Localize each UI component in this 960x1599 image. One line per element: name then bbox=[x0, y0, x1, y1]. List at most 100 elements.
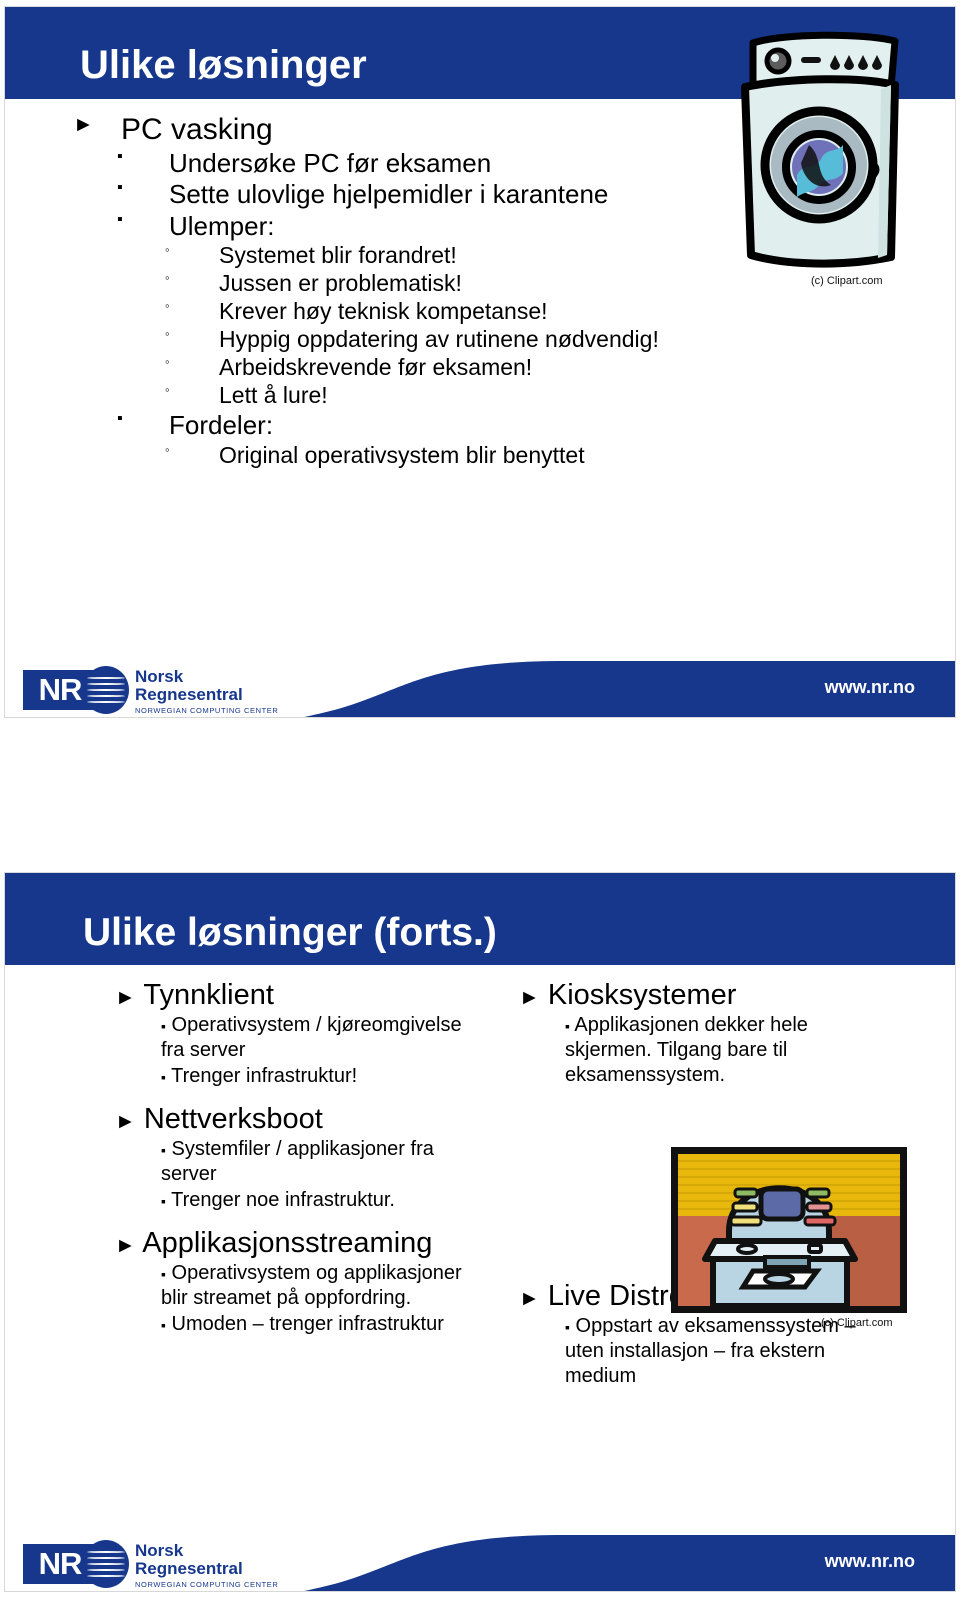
nr-logo-wordmark: Norsk Regnesentral bbox=[135, 668, 243, 704]
bullet-square-icon: ▪ bbox=[161, 1317, 166, 1334]
bullet-circle-icon: ◦ bbox=[165, 354, 170, 370]
bullet-l2: ▪ Undersøke PC før eksamen bbox=[117, 148, 941, 178]
bullet-l1: ► Nettverksboot bbox=[67, 1103, 467, 1136]
bullet-l2: ▪ Ulemper: bbox=[117, 211, 941, 241]
bullet-text: Hyppig oppdatering av rutinene nødvendig… bbox=[219, 326, 659, 353]
bullet-triangle-icon: ► bbox=[519, 986, 540, 1009]
slide-1-bullet-list: ► PC vasking ▪ Undersøke PC før eksamen … bbox=[5, 99, 955, 469]
bullet-text: PC vasking bbox=[121, 113, 273, 146]
bullet-circle-icon: ◦ bbox=[165, 441, 170, 457]
bullet-l2: ▪ Fordeler: bbox=[117, 410, 941, 440]
bullet-l3: ◦ Original operativsystem blir benyttet bbox=[165, 442, 941, 469]
bullet-square-icon: ▪ bbox=[565, 1319, 570, 1336]
bullet-l2: ▪ Applikasjonen dekker hele skjermen. Ti… bbox=[513, 1013, 891, 1088]
nr-logo-oval-icon bbox=[83, 1540, 129, 1588]
bullet-l3: ◦ Lett å lure! bbox=[165, 382, 941, 409]
nr-logo-wordmark: Norsk Regnesentral bbox=[135, 1542, 243, 1578]
topic-applikasjonsstreaming: ► Applikasjonsstreaming ▪ Operativsystem… bbox=[67, 1227, 467, 1337]
bullet-text: Operativsystem / kjøreomgivelse fra serv… bbox=[161, 1014, 462, 1062]
slide-1-body: ► PC vasking ▪ Undersøke PC før eksamen … bbox=[5, 99, 955, 470]
bullet-l1: ► Kiosksystemer bbox=[471, 979, 891, 1012]
bullet-l3: ◦ Systemet blir forandret! bbox=[165, 242, 941, 269]
topic-heading: Nettverksboot bbox=[143, 1103, 323, 1136]
bullet-text: Oppstart av eksamenssystem – uten instal… bbox=[565, 1315, 856, 1388]
bullet-circle-icon: ◦ bbox=[165, 326, 170, 342]
footer-url[interactable]: www.nr.no bbox=[825, 677, 915, 698]
bullet-text: Arbeidskrevende før eksamen! bbox=[219, 354, 533, 381]
bullet-square-icon: ▪ bbox=[117, 410, 123, 428]
nr-logo-line-2: Regnesentral bbox=[135, 685, 243, 704]
slide-1-title: Ulike løsninger bbox=[80, 43, 367, 87]
nr-logo: NR Norsk Regnesentral NORWEGIAN COMPUTIN… bbox=[23, 1540, 353, 1589]
bullet-text: Undersøke PC før eksamen bbox=[169, 148, 492, 179]
bullet-triangle-icon: ► bbox=[73, 113, 94, 136]
topic-nettverksboot: ► Nettverksboot ▪ Systemfiler / applikas… bbox=[67, 1103, 467, 1213]
bullet-text: Applikasjonen dekker hele skjermen. Tilg… bbox=[565, 1014, 808, 1087]
bullet-text: Original operativsystem blir benyttet bbox=[219, 441, 585, 468]
topic-heading: Live Distro bbox=[547, 1280, 685, 1313]
bullet-triangle-icon: ► bbox=[115, 1234, 136, 1258]
bullet-text: Systemfiler / applikasjoner fra server bbox=[161, 1138, 434, 1186]
nr-logo-line-1: Norsk bbox=[135, 667, 184, 686]
slide-1: Ulike løsninger (c) Clipart.com ► PC vas… bbox=[4, 6, 956, 718]
topic-heading: Applikasjonsstreaming bbox=[142, 1227, 433, 1260]
slide-2-title: Ulike løsninger (forts.) bbox=[83, 911, 497, 954]
bullet-square-icon: ▪ bbox=[161, 1193, 166, 1210]
bullet-text: Umoden – trenger infrastruktur bbox=[171, 1313, 444, 1336]
kiosk-terminal-clipart: (c) Clipart.com bbox=[669, 1145, 909, 1329]
bullet-l3: ◦ Jussen er problematisk! bbox=[165, 270, 941, 297]
nr-logo-subtitle: NORWEGIAN COMPUTING CENTER bbox=[135, 706, 279, 715]
bullet-circle-icon: ◦ bbox=[165, 297, 170, 313]
bullet-text: Sette ulovlige hjelpemidler i karantene bbox=[169, 179, 609, 210]
bullet-l2: ▪ Sette ulovlige hjelpemidler i karanten… bbox=[117, 179, 941, 209]
nr-logo-subtitle: NORWEGIAN COMPUTING CENTER bbox=[135, 1580, 279, 1589]
bullet-l2: ▪ Trenger infrastruktur! bbox=[109, 1064, 467, 1089]
bullet-l1: ► Tynnklient bbox=[67, 979, 467, 1012]
nr-logo: NR Norsk Regnesentral NORWEGIAN COMPUTIN… bbox=[23, 666, 353, 715]
slide-2: Ulike løsninger (forts.) ► Tynnklient ▪ … bbox=[4, 872, 956, 1592]
left-column: ► Tynnklient ▪ Operativsystem / kjøreomg… bbox=[67, 965, 467, 1343]
bullet-l3: ◦ Krever høy teknisk kompetanse! bbox=[165, 298, 941, 325]
nr-logo-line-1: Norsk bbox=[135, 1541, 184, 1560]
bullet-text: Jussen er problematisk! bbox=[219, 269, 462, 296]
bullet-circle-icon: ◦ bbox=[165, 241, 170, 257]
bullet-l2: ▪ Systemfiler / applikasjoner fra server bbox=[109, 1137, 467, 1187]
bullet-l1: ► PC vasking bbox=[73, 113, 941, 147]
bullet-l1: ► Applikasjonsstreaming bbox=[67, 1227, 467, 1260]
slide-2-footer: NR Norsk Regnesentral NORWEGIAN COMPUTIN… bbox=[5, 1535, 955, 1591]
bullet-l2: ▪ Operativsystem og applikasjoner blir s… bbox=[109, 1261, 467, 1311]
topic-tynnklient: ► Tynnklient ▪ Operativsystem / kjøreomg… bbox=[67, 979, 467, 1089]
bullet-text: Lett å lure! bbox=[219, 382, 328, 409]
bullet-text: Operativsystem og applikasjoner blir str… bbox=[161, 1262, 462, 1310]
bullet-square-icon: ▪ bbox=[117, 148, 123, 166]
bullet-text: Systemet blir forandret! bbox=[219, 241, 457, 268]
bullet-square-icon: ▪ bbox=[161, 1069, 166, 1086]
bullet-l2: ▪ Umoden – trenger infrastruktur bbox=[109, 1312, 467, 1337]
bullet-circle-icon: ◦ bbox=[165, 382, 170, 398]
slide-2-title-bar: Ulike løsninger (forts.) bbox=[5, 873, 955, 965]
bullet-square-icon: ▪ bbox=[117, 179, 123, 197]
bullet-circle-icon: ◦ bbox=[165, 269, 170, 285]
bullet-l2: ▪ Operativsystem / kjøreomgivelse fra se… bbox=[109, 1013, 467, 1063]
bullet-triangle-icon: ► bbox=[115, 986, 136, 1009]
bullet-square-icon: ▪ bbox=[161, 1142, 166, 1159]
bullet-l3: ◦ Arbeidskrevende før eksamen! bbox=[165, 354, 941, 381]
bullet-square-icon: ▪ bbox=[161, 1018, 166, 1035]
bullet-square-icon: ▪ bbox=[117, 210, 123, 228]
bullet-text: Trenger infrastruktur! bbox=[171, 1065, 358, 1088]
bullet-text: Fordeler: bbox=[169, 410, 274, 441]
topic-kiosksystemer: ► Kiosksystemer ▪ Applikasjonen dekker h… bbox=[471, 979, 891, 1088]
slide-1-footer: NR Norsk Regnesentral NORWEGIAN COMPUTIN… bbox=[5, 661, 955, 717]
nr-logo-oval-icon bbox=[83, 666, 129, 714]
bullet-square-icon: ▪ bbox=[161, 1266, 166, 1283]
kiosk-clipart-caption: (c) Clipart.com bbox=[821, 1317, 893, 1329]
nr-logo-line-2: Regnesentral bbox=[135, 1559, 243, 1578]
slide-deck: Ulike løsninger (c) Clipart.com ► PC vas… bbox=[0, 0, 960, 1599]
footer-url[interactable]: www.nr.no bbox=[825, 1551, 915, 1572]
bullet-text: Krever høy teknisk kompetanse! bbox=[219, 297, 548, 324]
bullet-square-icon: ▪ bbox=[565, 1018, 570, 1035]
topic-heading: Kiosksystemer bbox=[547, 979, 737, 1011]
bullet-triangle-icon: ► bbox=[519, 1287, 540, 1311]
bullet-text: Trenger noe infrastruktur. bbox=[171, 1189, 395, 1212]
topic-heading: Tynnklient bbox=[143, 979, 274, 1011]
